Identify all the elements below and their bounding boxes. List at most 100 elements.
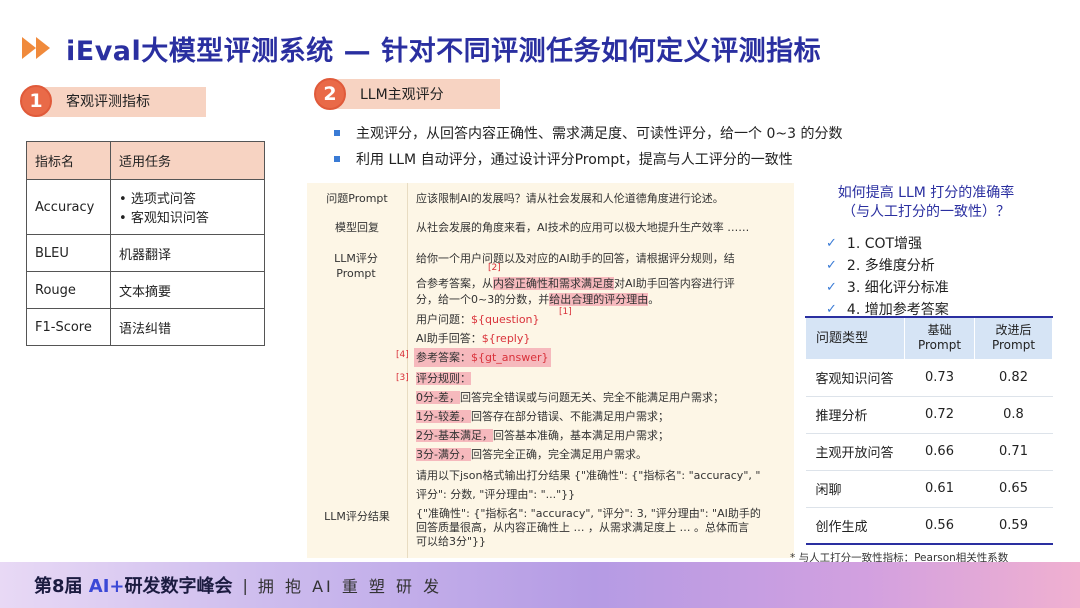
list-item: ✓ 2. 多维度分析: [826, 254, 949, 276]
rules-title: 评分规则：: [416, 369, 471, 388]
reply-text: 从社会发展的角度来看，AI技术的应用可以极大地提升生产效率 ……: [416, 221, 750, 234]
text: 0分-差，: [416, 391, 460, 404]
question-type: 创作生成: [805, 507, 905, 545]
section2-number: 2: [314, 78, 346, 110]
event-name-ai: AI+: [88, 576, 125, 597]
text: 回答存在部分错误、不能满足用户需求；: [470, 410, 669, 423]
event-slogan: 拥 抱 AI 重 塑 研 发: [257, 577, 443, 596]
tag-2: [2]: [488, 263, 501, 273]
square-bullet-icon: [334, 156, 340, 162]
variable: ${reply}: [481, 332, 531, 345]
table-row: BLEU 机器翻译: [26, 234, 265, 272]
improve-item: 1. COT增强: [846, 236, 923, 252]
highlight-criteria: 内容正确性和需求满足度: [493, 277, 614, 290]
text: 1分-较差，: [416, 410, 471, 423]
variable: ${gt_answer}: [471, 351, 549, 364]
highlight-reason: 给出合理的评分理由: [549, 293, 649, 306]
question-type: 客观知识问答: [805, 359, 905, 397]
base-score: 0.66: [904, 433, 975, 471]
results-header-base: 基础 Prompt: [904, 316, 975, 360]
results-header-type: 问题类型: [805, 316, 905, 360]
improve-title-line: 如何提高 LLM 打分的准确率: [837, 185, 1015, 201]
improved-score: 0.82: [974, 359, 1053, 397]
text: 3分-满分，: [416, 448, 471, 461]
rule-line: 0分-差，回答完全错误或与问题无关、完全不能满足用户需求；: [416, 388, 724, 407]
reference-answer-line: 参考答案：${gt_answer}: [414, 348, 551, 367]
check-icon: ✓: [826, 279, 837, 295]
bullet-text: 主观评分，从回答内容正确性、需求满足度、可读性评分，给一个 0~3 的分数: [356, 126, 843, 142]
result-line: {"准确性": {"指标名": "accuracy", "评分": 3, "评分…: [416, 507, 761, 520]
metric-task: 机器翻译: [110, 234, 265, 272]
improve-list: ✓ 1. COT增强 ✓ 2. 多维度分析 ✓ 3. 细化评分标准 ✓ 4. 增加参考答…: [826, 232, 949, 320]
metric-name: F1-Score: [26, 308, 111, 346]
tag-4: [4]: [396, 350, 409, 360]
metrics-header-task: 适用任务: [110, 141, 265, 180]
reply-label: 模型回复: [335, 221, 379, 234]
separator: |: [242, 575, 248, 595]
base-score: 0.73: [904, 359, 975, 397]
square-bullet-icon: [334, 130, 340, 136]
base-score: 0.61: [904, 470, 975, 508]
text: 评分规则：: [416, 372, 471, 385]
tag-3: [3]: [396, 373, 409, 383]
result-line: 可以给3分"}}: [416, 535, 487, 548]
improve-title: 如何提高 LLM 打分的准确率 （与人工打分的一致性）？: [806, 184, 1046, 222]
text: 2分-基本满足，: [416, 429, 493, 442]
bullet-text: 利用 LLM 自动评分，通过设计评分Prompt，提高与人工评分的一致性: [356, 152, 793, 168]
table-row: 主观开放问答 0.66 0.71: [805, 433, 1053, 471]
question-text: 应该限制AI的发展吗？请从社会发展和人伦道德角度进行论述。: [416, 192, 724, 205]
metric-name: BLEU: [26, 234, 111, 272]
variable: ${question}: [471, 313, 540, 326]
bullet-list: 主观评分，从回答内容正确性、需求满足度、可读性评分，给一个 0~3 的分数 利用…: [334, 120, 842, 172]
json-format-line: 评分": 分数, "评分理由": "..."}}: [416, 488, 576, 501]
rule-line: 2分-基本满足，回答基本准确，基本满足用户需求；: [416, 426, 669, 445]
result-line: 回答质量很高，从内容正确性上 … ，从需求满足度上 … 。总体而言: [416, 521, 749, 534]
result-text: {"准确性": {"指标名": "accuracy", "评分": 3, "评分…: [416, 507, 761, 549]
table-row: 创作生成 0.56 0.59: [805, 507, 1053, 545]
table-row: 客观知识问答 0.73 0.82: [805, 359, 1053, 397]
ai-reply-line: AI助手回答：${reply}: [416, 329, 530, 348]
improved-score: 0.65: [974, 470, 1053, 508]
check-icon: ✓: [826, 235, 837, 251]
event-name: 第8届 AI+研发数字峰会: [34, 572, 233, 598]
page-title: iEval大模型评测系统 — 针对不同评测任务如何定义评测指标: [66, 35, 822, 67]
table-row: 闲聊 0.61 0.65: [805, 470, 1053, 508]
result-label: LLM评分结果: [324, 510, 390, 523]
event-name-part: 研发数字峰会: [124, 576, 233, 597]
double-arrow-icon: [22, 37, 50, 59]
table-row: Rouge 文本摘要: [26, 271, 265, 309]
section2-header: 2 LLM主观评分: [314, 78, 444, 110]
text: 回答基本准确，基本满足用户需求；: [492, 429, 669, 442]
metric-task: 客观知识问答: [119, 207, 256, 226]
metrics-header-name: 指标名: [26, 141, 111, 180]
improved-score: 0.59: [974, 507, 1053, 545]
llm-prompt-line: 分，给一个0~3的分数，并给出合理的评分理由。: [416, 290, 659, 309]
metric-task: 选项式问答: [119, 188, 256, 207]
text: 回答完全正确，完全满足用户需求。: [470, 448, 647, 461]
check-icon: ✓: [826, 301, 837, 317]
table-row: Accuracy 选项式问答 客观知识问答: [26, 179, 265, 235]
section2-label: LLM主观评分: [360, 87, 444, 103]
question-type: 推理分析: [805, 396, 905, 434]
metric-name: Rouge: [26, 271, 111, 309]
llm-prompt-label: LLM评分Prompt: [334, 252, 378, 280]
section1-label: 客观评测指标: [66, 94, 150, 110]
llm-prompt-line: 给你一个用户问题以及对应的AI助手的回答，请根据评分规则，结: [416, 252, 735, 265]
text: 回答完全错误或与问题无关、完全不能满足用户需求；: [459, 391, 724, 404]
results-header-improved: 改进后 Prompt: [974, 316, 1053, 360]
question-label: 问题Prompt: [326, 192, 388, 205]
question-type: 主观开放问答: [805, 433, 905, 471]
section1-header: 1 客观评测指标: [20, 85, 150, 117]
improved-score: 0.71: [974, 433, 1053, 471]
prompt-example-panel: 问题Prompt 应该限制AI的发展吗？请从社会发展和人伦道德角度进行论述。 模…: [307, 183, 794, 558]
table-row: F1-Score 语法纠错: [26, 308, 265, 346]
user-question-line: 用户问题：${question}: [416, 310, 540, 329]
base-score: 0.72: [904, 396, 975, 434]
footer-banner: 第8届 AI+研发数字峰会 | 拥 抱 AI 重 塑 研 发: [0, 562, 1080, 608]
rule-line: 1分-较差，回答存在部分错误、不能满足用户需求；: [416, 407, 669, 426]
improve-title-line: （与人工打分的一致性）？: [842, 204, 1010, 220]
list-item: ✓ 1. COT增强: [826, 232, 949, 254]
metric-name: Accuracy: [26, 179, 111, 235]
metric-task: 文本摘要: [110, 271, 265, 309]
divider: [407, 183, 408, 558]
